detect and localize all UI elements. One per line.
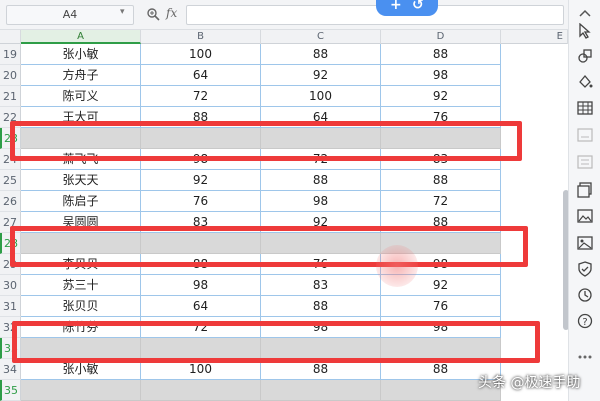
- score-cell[interactable]: 98: [141, 275, 261, 296]
- score-cell[interactable]: 72: [141, 86, 261, 107]
- row-number[interactable]: 21: [0, 86, 21, 107]
- plus-icon: +: [390, 0, 402, 13]
- fill-icon[interactable]: [576, 72, 594, 90]
- score-cell[interactable]: [501, 170, 568, 191]
- row-number[interactable]: 35: [0, 380, 21, 401]
- score-cell[interactable]: [501, 44, 568, 65]
- score-cell[interactable]: 88: [261, 44, 381, 65]
- column-header-e[interactable]: E: [501, 30, 568, 44]
- floating-action-button[interactable]: + ↺: [376, 0, 438, 16]
- checklist-icon[interactable]: [576, 153, 594, 171]
- table-icon[interactable]: [576, 99, 594, 117]
- score-cell[interactable]: [501, 275, 568, 296]
- row-number[interactable]: 31: [0, 296, 21, 317]
- name-cell[interactable]: 陈启子: [21, 191, 141, 212]
- score-cell[interactable]: [501, 296, 568, 317]
- row-number[interactable]: 26: [0, 191, 21, 212]
- score-cell[interactable]: [261, 380, 381, 401]
- score-cell[interactable]: [501, 65, 568, 86]
- shapes-icon[interactable]: [576, 47, 594, 65]
- row-number[interactable]: 19: [0, 44, 21, 65]
- table-row[interactable]: 19 张小敏 100 88 88: [0, 44, 568, 65]
- score-cell[interactable]: [501, 191, 568, 212]
- highlight-box: [10, 226, 528, 267]
- table-row[interactable]: 21 陈可义 72 100 92: [0, 86, 568, 107]
- watermark: 头条 @极速手助: [478, 375, 581, 391]
- name-cell[interactable]: 张小敏: [21, 44, 141, 65]
- score-cell[interactable]: 92: [141, 170, 261, 191]
- table-row[interactable]: 20 方舟子 64 92 98: [0, 65, 568, 86]
- score-cell[interactable]: 88: [381, 170, 501, 191]
- table-row[interactable]: 31 张贝贝 64 88 76: [0, 296, 568, 317]
- column-header-b[interactable]: B: [141, 30, 261, 44]
- name-cell[interactable]: 苏三十: [21, 275, 141, 296]
- row-number[interactable]: 25: [0, 170, 21, 191]
- corner-cell[interactable]: [0, 30, 21, 44]
- zoom-icon[interactable]: [146, 7, 160, 21]
- column-header-bar: A B C D E: [0, 30, 568, 44]
- more-icon[interactable]: [576, 348, 594, 366]
- score-cell[interactable]: 88: [261, 296, 381, 317]
- highlight-box: [10, 121, 522, 161]
- score-cell[interactable]: [141, 380, 261, 401]
- gallery-icon[interactable]: [576, 181, 594, 199]
- score-cell[interactable]: 92: [261, 65, 381, 86]
- column-header-d[interactable]: D: [381, 30, 501, 44]
- chevron-up-icon[interactable]: [576, 4, 594, 22]
- score-cell[interactable]: [501, 86, 568, 107]
- table-row[interactable]: 25 张天天 92 88 88: [0, 170, 568, 191]
- image-icon[interactable]: [576, 207, 594, 225]
- formula-input[interactable]: [186, 5, 564, 25]
- score-cell[interactable]: 76: [141, 191, 261, 212]
- score-cell[interactable]: 100: [261, 86, 381, 107]
- score-cell[interactable]: 98: [261, 191, 381, 212]
- score-cell[interactable]: 83: [261, 275, 381, 296]
- score-cell[interactable]: 92: [381, 86, 501, 107]
- score-cell[interactable]: 100: [141, 44, 261, 65]
- formula-bar: A4 ▾ fx: [0, 0, 568, 30]
- score-cell[interactable]: 88: [381, 44, 501, 65]
- cursor-icon[interactable]: [576, 22, 594, 40]
- row-number[interactable]: 30: [0, 275, 21, 296]
- name-box[interactable]: A4: [6, 5, 134, 25]
- score-cell[interactable]: 88: [261, 170, 381, 191]
- name-cell[interactable]: 张贝贝: [21, 296, 141, 317]
- row-number[interactable]: 20: [0, 65, 21, 86]
- score-cell[interactable]: 98: [381, 65, 501, 86]
- svg-text:?: ?: [582, 317, 587, 328]
- highlight-box: [12, 321, 540, 363]
- name-cell[interactable]: 陈可义: [21, 86, 141, 107]
- score-cell[interactable]: 76: [381, 296, 501, 317]
- image-icon[interactable]: [576, 234, 594, 252]
- name-cell[interactable]: 张天天: [21, 170, 141, 191]
- table-row[interactable]: 30 苏三十 98 83 92: [0, 275, 568, 296]
- history-icon[interactable]: [576, 286, 594, 304]
- mouse-cursor-highlight: [376, 245, 418, 287]
- column-header-a[interactable]: A: [21, 30, 141, 44]
- score-cell[interactable]: 64: [141, 296, 261, 317]
- chevron-down-icon[interactable]: ▾: [120, 7, 125, 17]
- score-cell[interactable]: 64: [141, 65, 261, 86]
- table-row[interactable]: 26 陈启子 76 98 72: [0, 191, 568, 212]
- right-sidebar-toolbar: ?: [568, 0, 600, 401]
- refresh-icon: ↺: [412, 0, 424, 13]
- fx-label[interactable]: fx: [166, 6, 177, 20]
- chart-icon[interactable]: [576, 126, 594, 144]
- name-cell[interactable]: [21, 380, 141, 401]
- column-header-c[interactable]: C: [261, 30, 381, 44]
- name-cell[interactable]: 方舟子: [21, 65, 141, 86]
- shield-icon[interactable]: [576, 260, 594, 278]
- score-cell[interactable]: 72: [381, 191, 501, 212]
- help-icon[interactable]: ?: [576, 312, 594, 330]
